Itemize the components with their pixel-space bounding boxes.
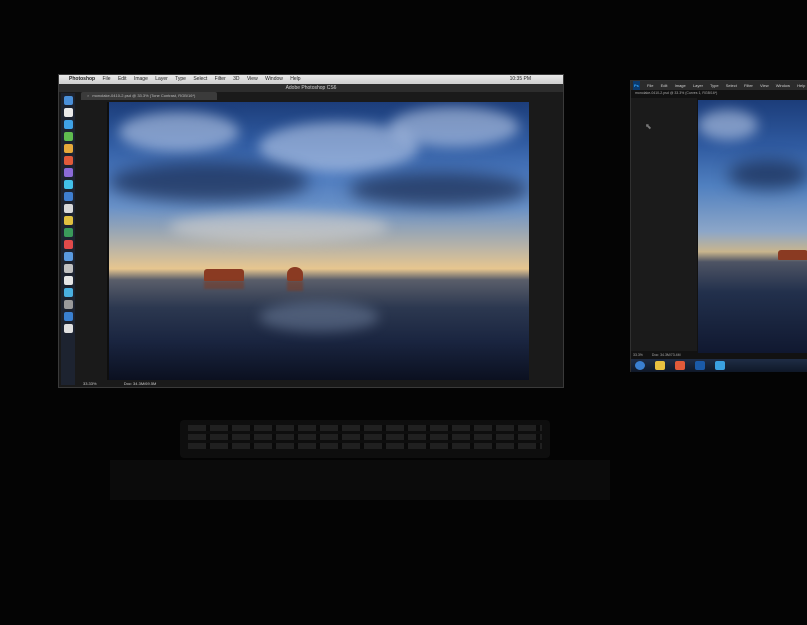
photoshop-logo-icon: Ps [633, 81, 640, 90]
win-menu-file[interactable]: File [647, 83, 653, 88]
win-document-size[interactable]: Doc: 34.3M/73.4M [652, 353, 681, 357]
menu-view[interactable]: View [247, 76, 258, 82]
document-tab-label: monolake-0410-2.psd @ 33.3% (Tone Contra… [92, 93, 196, 98]
dock-app-icon[interactable] [63, 276, 73, 285]
zoom-level[interactable]: 33.33% [83, 381, 97, 386]
mac-menu-bar: Photoshop File Edit Image Layer Type Sel… [59, 75, 563, 84]
taskbar-app-icon[interactable] [655, 361, 665, 370]
close-icon[interactable]: × [87, 93, 89, 98]
win-menu-view[interactable]: View [760, 83, 769, 88]
dock-app-icon[interactable] [63, 156, 73, 165]
win-menu-type[interactable]: Type [710, 83, 719, 88]
dock-app-icon[interactable] [63, 228, 73, 237]
taskbar-app-icon[interactable] [695, 361, 705, 370]
menu-clock[interactable]: 10:35 PM [510, 75, 531, 84]
menu-help[interactable]: Help [290, 76, 300, 82]
dock-app-icon[interactable] [63, 216, 73, 225]
document-tab[interactable]: × monolake-0410-2.psd @ 33.3% (Tone Contr… [81, 92, 217, 100]
dock-app-icon[interactable] [63, 120, 73, 129]
win-menu-window[interactable]: Window [776, 83, 790, 88]
dock-app-icon[interactable] [63, 312, 73, 321]
dock-app-icon[interactable] [63, 180, 73, 189]
landscape-photo-secondary [698, 100, 807, 353]
dock-app-icon[interactable] [63, 132, 73, 141]
menu-file[interactable]: File [103, 76, 111, 82]
menu-filter[interactable]: Filter [215, 76, 226, 82]
tools-area: ⬉ [631, 98, 697, 351]
win-document-tab[interactable]: monolake-0410-2.psd @ 33.3% (Curves 1, R… [635, 90, 745, 97]
left-monitor: Photoshop File Edit Image Layer Type Sel… [58, 74, 564, 388]
windows-menu-bar: Ps File Edit Image Layer Type Select Fil… [631, 81, 807, 90]
dock-app-icon[interactable] [63, 240, 73, 249]
cursor-icon: ⬉ [645, 122, 652, 131]
dock-app-icon[interactable] [63, 204, 73, 213]
dock-app-icon[interactable] [63, 300, 73, 309]
document-size[interactable]: Doc: 34.3M/69.5M [124, 381, 157, 386]
mac-dock [61, 93, 75, 385]
menu-image[interactable]: Image [134, 76, 148, 82]
win-zoom-level[interactable]: 33.3% [633, 353, 643, 357]
menu-3d[interactable]: 3D [233, 76, 239, 82]
win-status-bar: 33.3% Doc: 34.3M/73.4M [633, 353, 733, 358]
document-canvas[interactable] [107, 102, 529, 380]
right-monitor: Ps File Edit Image Layer Type Select Fil… [630, 80, 807, 372]
taskbar-app-icon[interactable] [715, 361, 725, 370]
menu-app-name[interactable]: Photoshop [69, 76, 95, 82]
dock-app-icon[interactable] [63, 288, 73, 297]
win-menu-help[interactable]: Help [797, 83, 805, 88]
taskbar-app-icon[interactable] [675, 361, 685, 370]
window-title: Adobe Photoshop CS6 [59, 84, 563, 92]
dock-app-icon[interactable] [63, 264, 73, 273]
menu-edit[interactable]: Edit [118, 76, 127, 82]
start-button-icon[interactable] [635, 361, 645, 370]
menu-type[interactable]: Type [175, 76, 186, 82]
dock-app-icon[interactable] [63, 324, 73, 333]
photo-scene: Photoshop File Edit Image Layer Type Sel… [0, 0, 807, 625]
win-menu-edit[interactable]: Edit [661, 83, 668, 88]
dock-app-icon[interactable] [63, 168, 73, 177]
win-menu-select[interactable]: Select [726, 83, 737, 88]
dock-app-icon[interactable] [63, 96, 73, 105]
menu-window[interactable]: Window [265, 76, 283, 82]
status-bar: 33.33% Doc: 34.3M/69.5M [83, 381, 553, 387]
desk [110, 460, 610, 500]
win-menu-filter[interactable]: Filter [744, 83, 753, 88]
windows-taskbar [631, 359, 807, 372]
dock-app-icon[interactable] [63, 108, 73, 117]
keyboard [180, 420, 550, 458]
landscape-photo [109, 102, 529, 380]
win-menu-image[interactable]: Image [675, 83, 686, 88]
dock-app-icon[interactable] [63, 192, 73, 201]
win-menu-layer[interactable]: Layer [693, 83, 703, 88]
dock-app-icon[interactable] [63, 144, 73, 153]
menu-select[interactable]: Select [193, 76, 207, 82]
dock-app-icon[interactable] [63, 252, 73, 261]
menu-layer[interactable]: Layer [155, 76, 168, 82]
